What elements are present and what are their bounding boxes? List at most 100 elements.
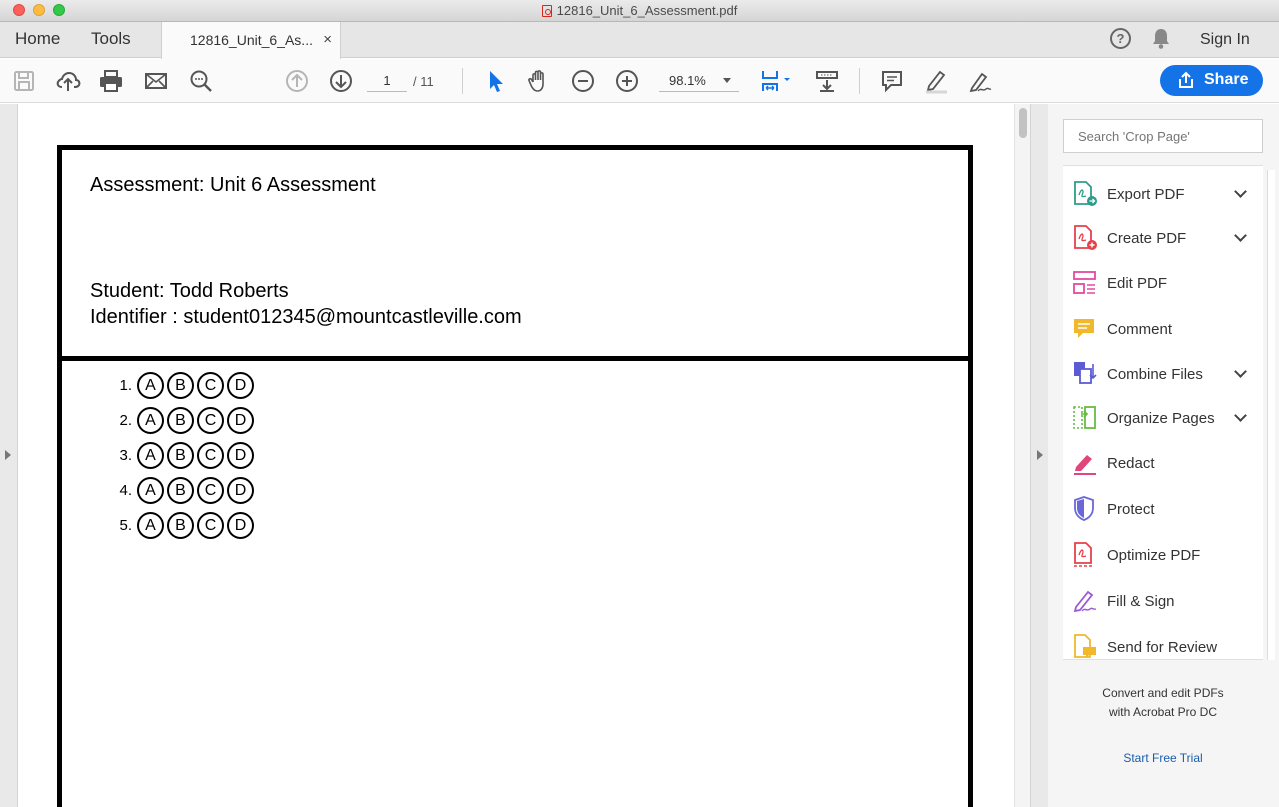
email-icon[interactable] [143, 68, 169, 94]
expand-left-panel-icon [5, 450, 11, 460]
start-free-trial-link[interactable]: Start Free Trial [1063, 751, 1263, 765]
chevron-down-icon [723, 78, 731, 83]
answer-bubble-d[interactable]: D [227, 512, 254, 539]
send-for-review-icon [1072, 633, 1098, 661]
answer-bubble-b[interactable]: B [167, 512, 194, 539]
tool-label: Organize Pages [1107, 410, 1215, 427]
answer-bubble-d[interactable]: D [227, 442, 254, 469]
answer-bubble-b[interactable]: B [167, 407, 194, 434]
tool-label: Protect [1107, 501, 1155, 518]
left-panel-toggle[interactable] [0, 104, 18, 807]
tool-organize-pages[interactable]: Organize Pages [1063, 398, 1251, 438]
pdf-file-icon [541, 5, 552, 17]
answer-bubble-a[interactable]: A [137, 372, 164, 399]
draw-tool-icon[interactable] [967, 68, 993, 94]
collapse-right-panel-icon [1037, 450, 1043, 460]
share-button-label: Share [1204, 71, 1249, 88]
document-scrollbar[interactable] [1014, 104, 1030, 807]
answer-bubble-a[interactable]: A [137, 442, 164, 469]
previous-page-icon[interactable] [284, 68, 310, 94]
zoom-dropdown[interactable]: 98.1% [659, 70, 739, 92]
comment-tool-icon[interactable] [879, 68, 905, 94]
tool-label: Optimize PDF [1107, 547, 1201, 564]
print-icon[interactable] [98, 68, 124, 94]
tab-bar: Home Tools 12816_Unit_6_As... × ? Sign I… [0, 22, 1279, 59]
tool-send-for-review[interactable]: Send for Review [1063, 627, 1251, 667]
toolbar-divider [462, 68, 463, 94]
close-tab-icon[interactable]: × [323, 31, 332, 48]
answer-bubble-c[interactable]: C [197, 407, 224, 434]
save-icon[interactable] [11, 68, 37, 94]
protect-icon [1072, 495, 1098, 523]
select-tool-icon[interactable] [482, 68, 508, 94]
tool-optimize-pdf[interactable]: Optimize PDF [1063, 535, 1251, 575]
tool-fill-sign[interactable]: Fill & Sign [1063, 581, 1251, 621]
zoom-value: 98.1% [669, 73, 706, 88]
answer-bubble-a[interactable]: A [137, 512, 164, 539]
answer-bubble-c[interactable]: C [197, 477, 224, 504]
tool-label: Send for Review [1107, 639, 1218, 656]
tab-home[interactable]: Home [15, 29, 60, 49]
chevron-down-icon[interactable] [1234, 409, 1247, 422]
next-page-icon[interactable] [328, 68, 354, 94]
tools-search-input[interactable] [1063, 119, 1263, 153]
tool-label: Edit PDF [1107, 275, 1168, 292]
hand-tool-icon[interactable] [526, 68, 552, 94]
share-button[interactable]: Share [1160, 65, 1263, 96]
tool-combine-files[interactable]: Combine Files [1063, 354, 1251, 394]
tools-list: Export PDF Create PDF Edit PDF Comment C… [1063, 165, 1263, 660]
zoom-in-icon[interactable] [614, 68, 640, 94]
help-icon[interactable]: ? [1110, 28, 1131, 49]
organize-pages-icon [1072, 404, 1098, 432]
chevron-down-icon[interactable] [1234, 365, 1247, 378]
tool-protect[interactable]: Protect [1063, 489, 1251, 529]
sign-in-link[interactable]: Sign In [1200, 31, 1250, 49]
tab-document[interactable]: 12816_Unit_6_As... × [161, 22, 341, 59]
question-number: 4. [119, 482, 132, 499]
tab-tools[interactable]: Tools [91, 29, 131, 49]
combine-files-icon [1072, 360, 1098, 388]
question-number: 3. [119, 447, 132, 464]
window-title: 12816_Unit_6_Assessment.pdf [0, 3, 1279, 18]
answer-bubble-b[interactable]: B [167, 477, 194, 504]
answer-bubble-c[interactable]: C [197, 442, 224, 469]
document-tab-label: 12816_Unit_6_As... [190, 32, 313, 48]
student-name: Student: Todd Roberts [90, 280, 289, 302]
answer-bubble-c[interactable]: C [197, 512, 224, 539]
assessment-title: Assessment: Unit 6 Assessment [90, 174, 376, 196]
bell-icon[interactable] [1152, 28, 1170, 55]
fill-sign-icon [1072, 587, 1098, 615]
answer-bubble-c[interactable]: C [197, 372, 224, 399]
chevron-down-icon[interactable] [1234, 229, 1247, 242]
tool-export-pdf[interactable]: Export PDF [1063, 174, 1251, 214]
scrollbar-thumb[interactable] [1019, 108, 1027, 138]
answer-bubble-d[interactable]: D [227, 477, 254, 504]
question-number: 1. [119, 377, 132, 394]
header-divider [62, 356, 968, 361]
answer-bubble-b[interactable]: B [167, 442, 194, 469]
fit-page-icon[interactable] [758, 68, 796, 94]
right-panel-toggle[interactable] [1030, 104, 1048, 807]
document-view[interactable]: Assessment: Unit 6 Assessment Student: T… [19, 104, 1014, 807]
tool-label: Redact [1107, 455, 1155, 472]
chevron-down-icon[interactable] [1234, 185, 1247, 198]
answer-bubble-b[interactable]: B [167, 372, 194, 399]
cloud-upload-icon[interactable] [55, 68, 81, 94]
question-number: 5. [119, 517, 132, 534]
optimize-pdf-icon [1072, 541, 1098, 569]
scroll-mode-icon[interactable] [814, 68, 840, 94]
search-text-icon[interactable] [188, 68, 214, 94]
answer-bubble-a[interactable]: A [137, 407, 164, 434]
answer-bubble-d[interactable]: D [227, 407, 254, 434]
tools-pane-scrollbar[interactable] [1267, 170, 1275, 660]
tool-comment[interactable]: Comment [1063, 309, 1251, 349]
tool-redact[interactable]: Redact [1063, 443, 1251, 483]
page-number-input[interactable] [367, 70, 407, 92]
window-title-text: 12816_Unit_6_Assessment.pdf [556, 3, 738, 18]
tool-create-pdf[interactable]: Create PDF [1063, 218, 1251, 258]
answer-bubble-d[interactable]: D [227, 372, 254, 399]
answer-bubble-a[interactable]: A [137, 477, 164, 504]
highlight-tool-icon[interactable] [923, 68, 949, 94]
zoom-out-icon[interactable] [570, 68, 596, 94]
tool-edit-pdf[interactable]: Edit PDF [1063, 263, 1251, 303]
